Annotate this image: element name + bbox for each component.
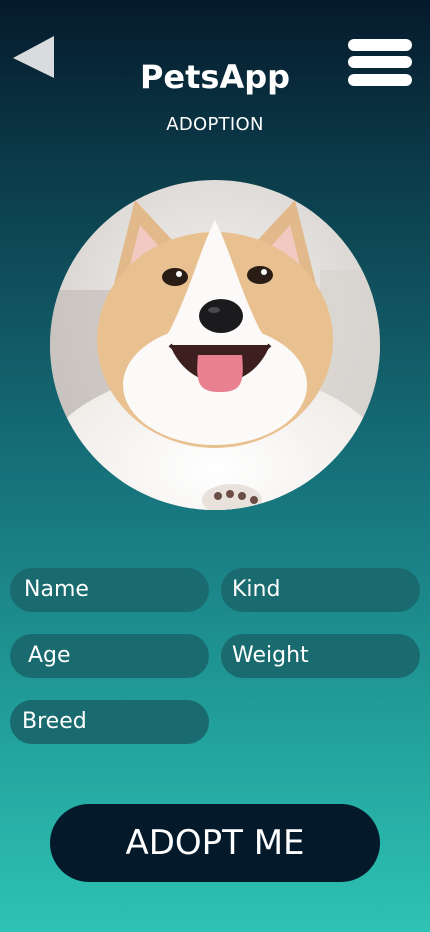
adopt-me-button[interactable]: ADOPT ME [50, 804, 380, 882]
kind-field[interactable]: Kind [221, 568, 420, 612]
weight-field[interactable]: Weight [221, 634, 420, 678]
page-subtitle: ADOPTION [166, 114, 264, 135]
breed-field[interactable]: Breed [10, 700, 209, 744]
pet-photo [50, 180, 380, 510]
adoption-screen: PetsApp ADOPTION Name Kind Age Weight Br… [0, 0, 430, 932]
age-field[interactable]: Age [10, 634, 209, 678]
app-title: PetsApp [139, 58, 291, 96]
name-field[interactable]: Name [10, 568, 209, 612]
